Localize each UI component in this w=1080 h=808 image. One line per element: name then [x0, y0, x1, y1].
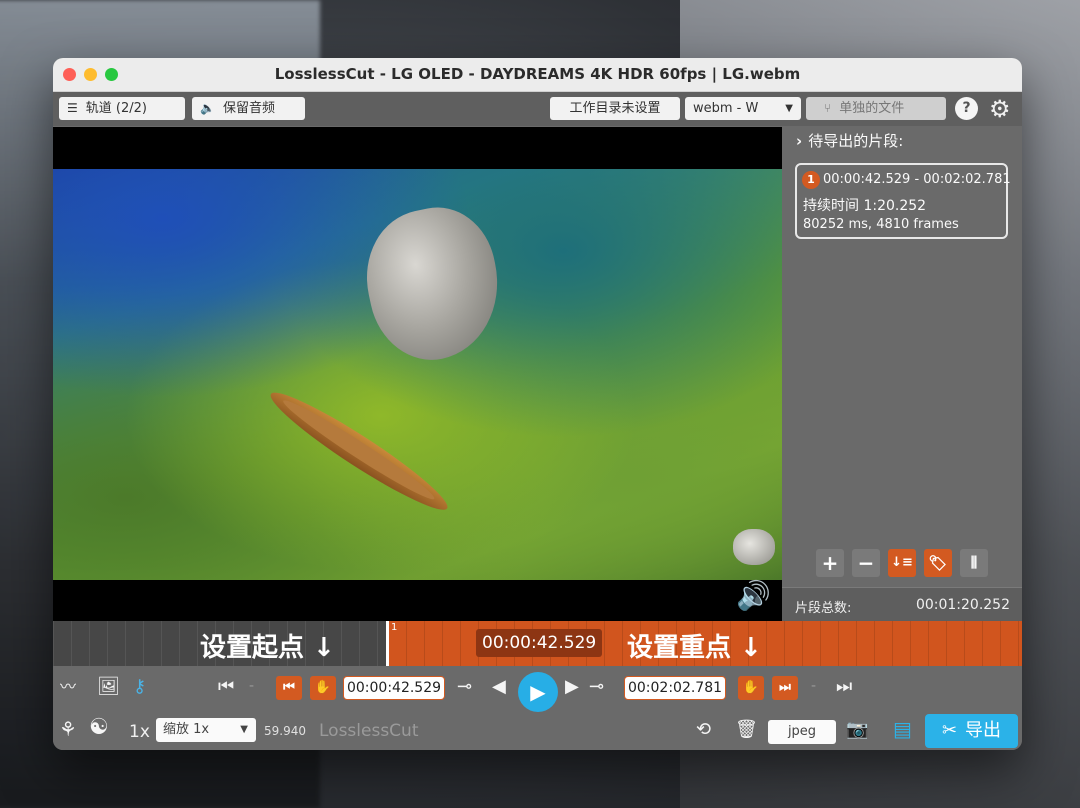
export-button[interactable]: ✂ 导出: [925, 714, 1018, 748]
list-icon: ☰: [67, 101, 78, 115]
segment-range: 00:00:42.529 - 00:02:02.781: [823, 172, 1011, 187]
zoom-label: 缩放 1x: [163, 722, 210, 737]
help-button[interactable]: ?: [955, 97, 978, 120]
fps-value: 59.940: [264, 724, 306, 738]
segments-list-icon[interactable]: ▤: [893, 718, 912, 740]
rock-shape-small: [733, 529, 775, 565]
split-icon: ⑂: [824, 101, 832, 115]
tag-icon[interactable]: 🏷: [924, 549, 952, 577]
separator-dash: -: [249, 678, 255, 694]
segment-frames: 80252 ms, 4810 frames: [803, 217, 959, 232]
segments-header: › 待导出的片段:: [796, 130, 903, 151]
chevron-right-icon[interactable]: ›: [796, 132, 802, 150]
zoom-select[interactable]: 缩放 1x ▼: [156, 718, 256, 742]
remove-segment-button[interactable]: −: [852, 549, 880, 577]
chevron-down-icon: ▼: [785, 103, 793, 114]
jump-segment-end-button[interactable]: ⏭: [772, 676, 798, 700]
separator-dash-2: -: [811, 678, 817, 694]
end-keyframe-icon[interactable]: ⊸: [589, 676, 604, 698]
export-label: 导出: [965, 720, 1002, 741]
jump-end-icon[interactable]: ⏭: [836, 676, 852, 698]
yin-yang-icon[interactable]: ☯: [89, 717, 109, 739]
format-select[interactable]: webm - W ▼: [685, 97, 801, 120]
segment-duration: 持续时间 1:20.252: [803, 198, 927, 214]
thumbnails-icon[interactable]: 🖼: [97, 676, 120, 698]
step-forward-icon[interactable]: ▶: [565, 676, 579, 698]
timeline[interactable]: 1 设置起点 ↓ 00:00:42.529 设置重点 ↓: [53, 621, 1022, 666]
waveform-icon[interactable]: 〰: [60, 676, 76, 698]
canoe-shape: [262, 381, 456, 521]
jump-start-icon[interactable]: ⏮: [218, 676, 234, 698]
tracks-label: 轨道 (2/2): [85, 101, 147, 116]
workdir-button[interactable]: 工作目录未设置: [550, 97, 680, 120]
camera-icon[interactable]: 📷: [846, 719, 868, 741]
rock-shape: [353, 197, 513, 371]
top-toolbar: ☰ 轨道 (2/2) 🔈 保留音频 工作目录未设置 webm - W ▼ ⑂ 单独的文…: [53, 92, 1022, 126]
tracks-button[interactable]: ☰ 轨道 (2/2): [59, 97, 185, 120]
app-name: LosslessCut: [319, 721, 419, 741]
set-start-button[interactable]: ✋: [310, 676, 336, 700]
segment-card[interactable]: 1 00:00:42.529 - 00:02:02.781 持续时间 1:20.…: [795, 163, 1011, 239]
segments-total-bar: 片段总数: 00:01:20.252: [782, 587, 1022, 622]
rotate-icon[interactable]: ⟲: [696, 719, 711, 741]
trash-icon[interactable]: 🗑: [735, 719, 758, 741]
add-segment-button[interactable]: +: [816, 549, 844, 577]
keep-audio-label: 保留音频: [222, 101, 275, 116]
gear-icon[interactable]: ⚙: [989, 95, 1011, 123]
play-button[interactable]: ▶: [518, 672, 558, 712]
set-start-hint: 设置起点 ↓: [200, 633, 335, 663]
timeline-current-time: 00:00:42.529: [476, 629, 603, 657]
video-frame: [53, 169, 782, 580]
segments-sidebar: › 待导出的片段: 1 00:00:42.529 - 00:02:02.781 持…: [782, 127, 1022, 622]
end-time-input[interactable]: 00:02:02.781: [624, 676, 726, 700]
separate-files-label: 单独的文件: [839, 101, 905, 116]
step-back-icon[interactable]: ◀: [492, 676, 506, 698]
split-segment-icon[interactable]: ⫼: [960, 549, 988, 577]
start-time-input[interactable]: 00:00:42.529: [343, 676, 445, 700]
playback-rate[interactable]: 1x: [129, 722, 150, 742]
keep-audio-button[interactable]: 🔈 保留音频: [192, 97, 305, 120]
playback-controls: 〰 🖼 ⚷ ⏮ - ⏮ ✋ 00:00:42.529 ⊸ ◀ ▶ ▶ ⊸ 00:…: [53, 666, 1022, 750]
sort-segments-icon[interactable]: ↓≡: [888, 549, 916, 577]
playhead-marker[interactable]: [386, 621, 389, 666]
speaker-icon: 🔈: [200, 101, 215, 115]
jump-segment-start-button[interactable]: ⏮: [276, 676, 302, 700]
separate-files-button[interactable]: ⑂ 单独的文件: [806, 97, 946, 120]
segment-index-badge: 1: [802, 171, 820, 189]
capture-format-select[interactable]: jpeg: [768, 720, 836, 744]
person-icon[interactable]: ⚘: [59, 718, 77, 740]
start-keyframe-icon[interactable]: ⊸: [457, 676, 472, 698]
app-window: LosslessCut - LG OLED - DAYDREAMS 4K HDR…: [53, 58, 1022, 750]
volume-icon[interactable]: 🔊: [736, 579, 771, 612]
total-value: 00:01:20.252: [915, 597, 1010, 613]
set-end-button[interactable]: ✋: [738, 676, 764, 700]
total-label: 片段总数:: [795, 601, 852, 616]
scissors-icon: ✂: [941, 720, 958, 741]
video-player[interactable]: 🔊: [53, 127, 782, 621]
format-label: webm - W: [693, 101, 759, 116]
chevron-down-icon: ▼: [240, 724, 248, 735]
segments-header-label: 待导出的片段:: [808, 132, 904, 150]
title-bar: LosslessCut - LG OLED - DAYDREAMS 4K HDR…: [53, 58, 1022, 92]
window-title: LosslessCut - LG OLED - DAYDREAMS 4K HDR…: [274, 65, 801, 83]
set-end-hint: 设置重点 ↓: [627, 633, 762, 663]
segment-marker-number: 1: [391, 622, 398, 633]
key-icon[interactable]: ⚷: [133, 676, 146, 698]
